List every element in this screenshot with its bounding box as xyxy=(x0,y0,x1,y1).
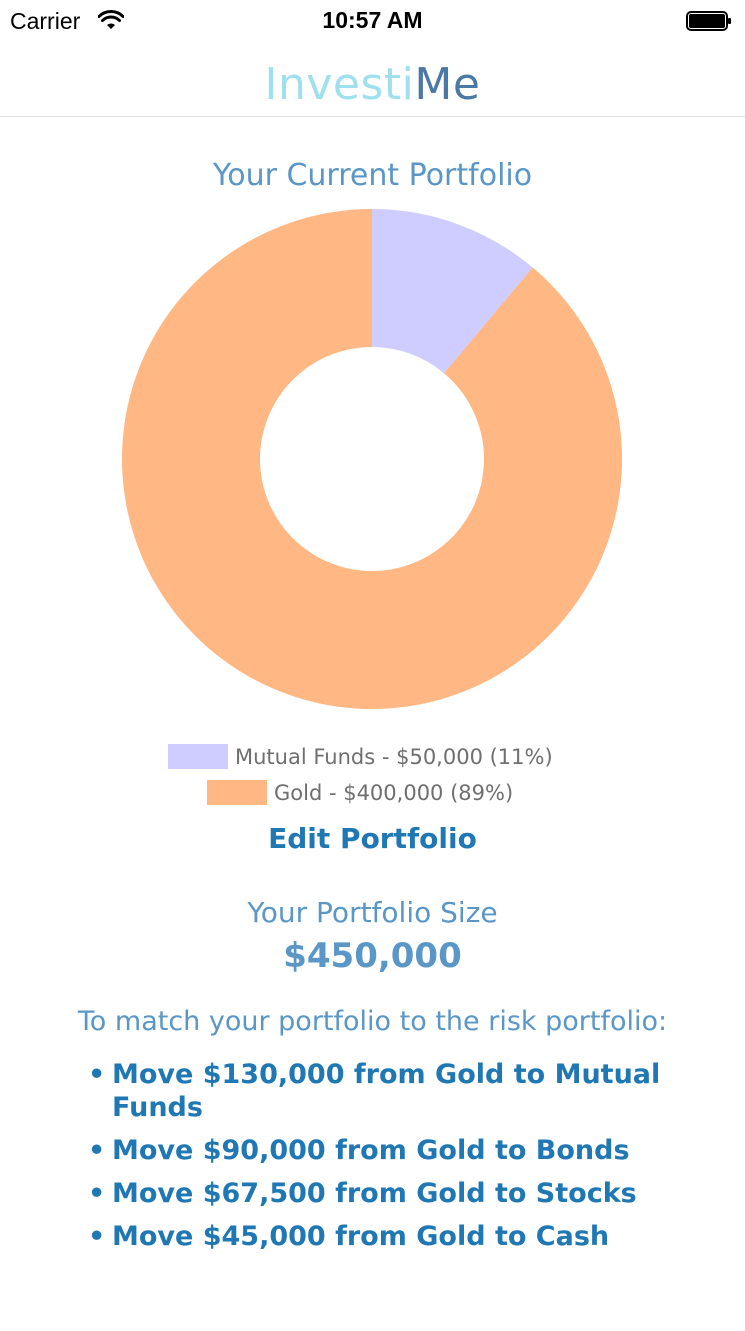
app-title-part2: Me xyxy=(414,59,481,110)
legend-item-mutual-funds: Mutual Funds - $50,000 (11%) xyxy=(168,744,553,769)
legend-swatch xyxy=(168,744,228,769)
app-title: InvestiMe xyxy=(0,58,745,112)
legend-label: Mutual Funds - $50,000 (11%) xyxy=(235,744,553,769)
edit-portfolio-button[interactable]: Edit Portfolio xyxy=(0,822,745,855)
recommendations-heading: To match your portfolio to the risk port… xyxy=(77,1006,668,1037)
recommendation-item: Move $90,000 from Gold to Bonds xyxy=(88,1134,672,1167)
legend-label: Gold - $400,000 (89%) xyxy=(274,780,514,805)
app-title-part1: Investi xyxy=(264,59,415,110)
recommendation-item: Move $67,500 from Gold to Stocks xyxy=(88,1177,672,1210)
recommendation-item: Move $45,000 from Gold to Cash xyxy=(88,1220,672,1253)
portfolio-size-label: Your Portfolio Size xyxy=(247,896,498,929)
portfolio-size-value: $450,000 xyxy=(283,936,462,976)
portfolio-donut-chart xyxy=(121,209,623,709)
clock: 10:57 AM xyxy=(322,7,423,33)
recommendation-item: Move $130,000 from Gold to Mutual Funds xyxy=(88,1058,672,1124)
legend-swatch xyxy=(207,780,267,805)
legend-item-gold: Gold - $400,000 (89%) xyxy=(207,780,513,805)
nav-bar: InvestiMe xyxy=(0,44,745,117)
battery-icon xyxy=(686,11,731,31)
recommendations-list: Move $130,000 from Gold to Mutual Funds … xyxy=(88,1058,672,1263)
status-bar: Carrier 10:57 AM xyxy=(0,0,745,44)
portfolio-heading: Your Current Portfolio xyxy=(212,158,533,193)
